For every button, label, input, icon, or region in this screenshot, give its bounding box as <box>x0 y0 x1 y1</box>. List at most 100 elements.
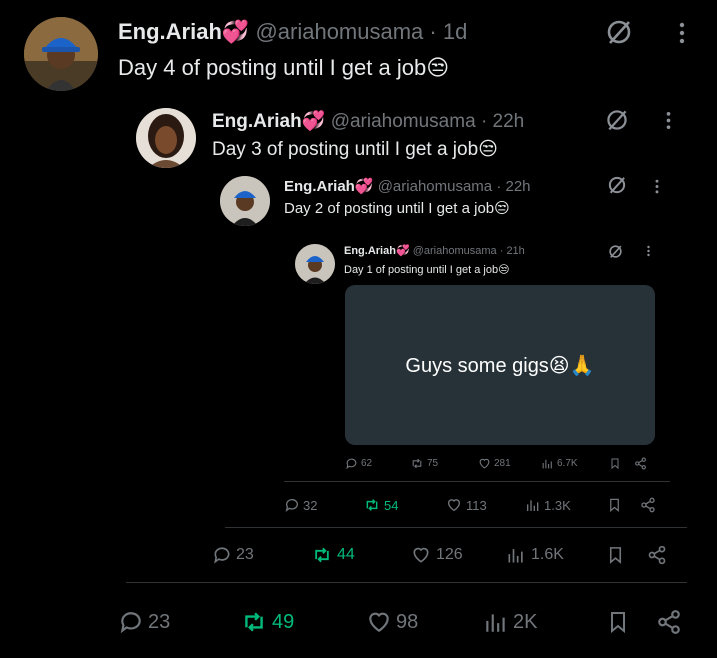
post-text-content: Day 4 of posting until I get a job <box>118 55 427 80</box>
post-time[interactable]: · 21h <box>500 245 525 257</box>
heart-icon <box>479 458 490 469</box>
media-caption: Guys some gigs😫🙏 <box>405 354 595 377</box>
avatar-image <box>136 108 196 168</box>
reply-button[interactable]: 23 <box>118 609 170 635</box>
bookmark-button[interactable] <box>606 609 630 635</box>
views-icon <box>486 614 505 632</box>
post-header: Eng.Ariah💞 @ariahomusama · 22h <box>284 177 531 195</box>
post-text: Day 2 of posting until I get a job😒 <box>284 199 510 217</box>
repost-icon <box>245 612 263 632</box>
views-button[interactable]: 1.6K <box>506 545 564 565</box>
avatar-image <box>295 244 335 284</box>
author-handle[interactable]: @ariahomusama <box>413 245 497 257</box>
reply-icon <box>120 612 141 634</box>
heart-emoji-icon: 💞 <box>395 245 410 257</box>
share-icon <box>648 545 666 565</box>
reply-icon <box>285 499 298 512</box>
views-icon <box>542 459 552 469</box>
share-button[interactable] <box>634 457 647 470</box>
avatar-image <box>24 17 98 91</box>
share-icon <box>641 497 655 513</box>
view-count: 2K <box>513 610 538 633</box>
repost-count: 54 <box>384 497 399 513</box>
repost-button[interactable]: 49 <box>240 609 294 635</box>
like-count: 281 <box>494 458 511 469</box>
bookmark-icon <box>609 547 622 564</box>
more-vertical-icon[interactable] <box>672 20 692 46</box>
repost-icon <box>366 499 378 511</box>
grok-icon[interactable] <box>606 174 628 196</box>
avatar[interactable] <box>24 17 98 91</box>
share-icon <box>658 610 680 634</box>
avatar[interactable] <box>220 176 270 226</box>
bookmark-icon <box>610 498 619 512</box>
post-time[interactable]: · 1d <box>429 19 467 44</box>
post-time[interactable]: · 22h <box>481 111 524 132</box>
like-button[interactable]: 113 <box>446 497 487 513</box>
post-text-content: Day 3 of posting until I get a job <box>212 139 479 160</box>
more-vertical-icon[interactable] <box>660 109 676 131</box>
post-header: Eng.Ariah💞 @ariahomusama · 21h <box>344 244 525 257</box>
reply-button[interactable]: 62 <box>345 457 372 470</box>
author-name[interactable]: Eng.Ariah <box>212 111 302 132</box>
avatar-image <box>220 176 270 226</box>
heart-emoji-icon: 💞 <box>354 178 374 195</box>
reply-icon <box>214 547 230 564</box>
post-time[interactable]: · 22h <box>496 178 530 195</box>
view-count: 1.3K <box>544 497 571 513</box>
more-vertical-icon[interactable] <box>643 244 653 258</box>
like-count: 98 <box>396 610 419 633</box>
repost-count: 75 <box>427 458 439 469</box>
reply-count: 32 <box>303 497 318 513</box>
views-icon <box>508 549 523 563</box>
repost-button[interactable]: 54 <box>363 497 398 513</box>
reply-button[interactable]: 32 <box>284 497 317 513</box>
unamused-emoji-icon: 😒 <box>426 55 450 80</box>
repost-button[interactable]: 44 <box>311 545 355 565</box>
share-button[interactable] <box>647 545 667 565</box>
post-text-content: Day 2 of posting until I get a job <box>284 200 495 217</box>
like-button[interactable]: 281 <box>478 457 511 470</box>
share-button[interactable] <box>656 609 682 635</box>
post-text: Day 1 of posting until I get a job😒 <box>344 263 510 276</box>
heart-emoji-icon: 💞 <box>221 19 250 44</box>
author-name[interactable]: Eng.Ariah <box>284 178 355 195</box>
heart-icon <box>369 612 389 632</box>
author-handle[interactable]: @ariahomusama <box>378 178 492 195</box>
share-icon <box>635 457 646 470</box>
reply-count: 62 <box>361 458 373 469</box>
views-button[interactable]: 6.7K <box>541 457 578 470</box>
avatar[interactable] <box>136 108 196 168</box>
like-button[interactable]: 126 <box>411 545 463 565</box>
bookmark-button[interactable] <box>607 497 622 513</box>
like-count: 126 <box>436 546 463 563</box>
author-handle[interactable]: @ariahomusama <box>331 111 476 132</box>
media-card[interactable]: Guys some gigs😫🙏 <box>345 285 655 445</box>
avatar[interactable] <box>295 244 335 284</box>
grok-icon[interactable] <box>606 242 624 260</box>
views-button[interactable]: 1.3K <box>525 497 571 513</box>
post-text-content: Day 1 of posting until I get a job <box>344 264 499 276</box>
views-icon <box>527 500 539 511</box>
divider <box>126 582 687 583</box>
author-handle[interactable]: @ariahomusama <box>255 19 423 44</box>
repost-button[interactable]: 75 <box>410 457 438 470</box>
grok-icon[interactable] <box>603 16 635 48</box>
reply-count: 23 <box>148 610 171 633</box>
author-name[interactable]: Eng.Ariah <box>344 245 396 257</box>
bookmark-icon <box>611 458 619 470</box>
reply-button[interactable]: 23 <box>212 545 254 565</box>
view-count: 6.7K <box>557 458 578 469</box>
share-button[interactable] <box>640 497 656 513</box>
reply-icon <box>346 458 357 470</box>
author-name[interactable]: Eng.Ariah <box>118 19 222 44</box>
view-count: 1.6K <box>531 546 564 563</box>
post-text: Day 3 of posting until I get a job😒 <box>212 138 498 161</box>
views-button[interactable]: 2K <box>483 609 537 635</box>
grok-icon[interactable] <box>603 106 631 134</box>
bookmark-button[interactable] <box>609 457 621 470</box>
more-vertical-icon[interactable] <box>651 177 663 195</box>
bookmark-button[interactable] <box>606 545 625 565</box>
post-header: Eng.Ariah💞 @ariahomusama · 22h <box>212 109 524 133</box>
like-button[interactable]: 98 <box>366 609 418 635</box>
